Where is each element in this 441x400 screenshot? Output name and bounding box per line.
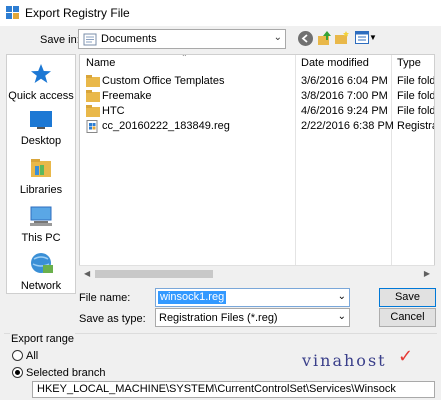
place-label: Quick access bbox=[8, 90, 74, 102]
selected-branch-label[interactable]: Selected branch bbox=[26, 367, 106, 379]
save-in-label: Save in: bbox=[40, 34, 80, 46]
libraries-icon bbox=[31, 159, 51, 177]
chevron-down-icon: ⌄ bbox=[273, 32, 282, 43]
list-item[interactable]: Custom Office Templates 3/6/2016 6:04 PM… bbox=[80, 74, 435, 89]
place-quick-access[interactable]: Quick access bbox=[7, 63, 75, 102]
file-list[interactable]: ⌃ Name Date modified Type Custom Office … bbox=[79, 54, 435, 280]
save-in-dropdown[interactable]: Documents ⌄ bbox=[78, 29, 286, 49]
window-title: Export Registry File bbox=[25, 6, 130, 20]
file-name-input[interactable]: winsock1.reg ⌄ bbox=[155, 288, 350, 307]
title-bar: Export Registry File bbox=[0, 0, 441, 26]
network-icon bbox=[31, 253, 53, 273]
sort-ascending-icon: ⌃ bbox=[181, 54, 188, 62]
export-range-title: Export range bbox=[10, 333, 75, 345]
save-as-type-value: Registration Files (*.reg) bbox=[159, 312, 278, 324]
file-name: HTC bbox=[102, 105, 125, 117]
place-network[interactable]: Network bbox=[7, 251, 75, 292]
horizontal-scrollbar[interactable]: ◀ ▶ bbox=[79, 265, 435, 281]
list-item[interactable]: cc_20160222_183849.reg 2/22/2016 6:38 PM… bbox=[80, 119, 434, 134]
column-header-name[interactable]: Name bbox=[86, 55, 115, 73]
selected-branch-radio[interactable] bbox=[12, 367, 23, 378]
view-dropdown-icon[interactable]: ▼ bbox=[369, 33, 377, 42]
place-label: Desktop bbox=[20, 135, 62, 147]
chevron-down-icon: ⌄ bbox=[337, 311, 346, 322]
place-this-pc[interactable]: This PC bbox=[7, 205, 75, 244]
scroll-left-icon[interactable]: ◀ bbox=[84, 269, 90, 278]
place-label: Libraries bbox=[19, 184, 63, 196]
file-date: 2/22/2016 6:38 PM bbox=[301, 120, 394, 132]
file-type: Registration bbox=[397, 120, 434, 132]
column-header-type[interactable]: Type bbox=[397, 55, 421, 73]
cancel-button[interactable]: Cancel bbox=[379, 308, 436, 327]
new-folder-icon[interactable] bbox=[334, 30, 350, 46]
reg-file-icon bbox=[86, 120, 98, 133]
column-header-date[interactable]: Date modified bbox=[301, 55, 369, 73]
place-label: This PC bbox=[21, 232, 61, 244]
folder-icon bbox=[86, 105, 100, 117]
file-name-label: File name: bbox=[79, 292, 131, 304]
up-folder-icon[interactable] bbox=[317, 30, 332, 46]
desktop-icon bbox=[30, 111, 52, 129]
registry-app-icon bbox=[6, 6, 19, 19]
file-name-value: winsock1.reg bbox=[158, 291, 227, 304]
folder-icon bbox=[86, 90, 100, 102]
view-menu-icon[interactable] bbox=[355, 31, 369, 44]
export-all-label[interactable]: All bbox=[26, 350, 38, 362]
folder-icon bbox=[86, 75, 100, 87]
documents-icon bbox=[83, 33, 97, 46]
place-label: Network bbox=[20, 280, 62, 292]
file-name: Custom Office Templates bbox=[102, 75, 225, 87]
watermark-check-icon: ✓ bbox=[398, 346, 414, 366]
save-button[interactable]: Save bbox=[379, 288, 436, 307]
file-type: File folder bbox=[397, 105, 435, 117]
place-libraries[interactable]: Libraries bbox=[7, 157, 75, 196]
place-desktop[interactable]: Desktop bbox=[7, 110, 75, 147]
save-as-type-dropdown[interactable]: Registration Files (*.reg) ⌄ bbox=[155, 308, 350, 327]
chevron-down-icon[interactable]: ⌄ bbox=[338, 291, 346, 302]
back-icon[interactable] bbox=[298, 31, 313, 46]
file-name: Freemake bbox=[102, 90, 152, 102]
computer-icon bbox=[30, 206, 52, 226]
scroll-right-icon[interactable]: ▶ bbox=[424, 269, 430, 278]
file-date: 3/6/2016 6:04 PM bbox=[301, 75, 388, 87]
star-icon bbox=[31, 64, 51, 83]
file-type: File folder bbox=[397, 75, 435, 87]
list-item[interactable]: HTC 4/6/2016 9:24 PM File folder bbox=[80, 104, 435, 119]
export-all-radio[interactable] bbox=[12, 350, 23, 361]
scrollbar-thumb[interactable] bbox=[95, 270, 213, 278]
save-in-value: Documents bbox=[101, 33, 157, 45]
file-name: cc_20160222_183849.reg bbox=[102, 120, 230, 132]
save-as-type-label: Save as type: bbox=[79, 313, 146, 325]
watermark-text: vinahost bbox=[302, 351, 387, 370]
file-type: File folder bbox=[397, 90, 435, 102]
branch-path-input[interactable]: HKEY_LOCAL_MACHINE\SYSTEM\CurrentControl… bbox=[32, 381, 435, 398]
places-bar: Quick access Desktop Libraries This PC N… bbox=[6, 54, 76, 294]
file-date: 4/6/2016 9:24 PM bbox=[301, 105, 388, 117]
file-date: 3/8/2016 7:00 PM bbox=[301, 90, 388, 102]
list-item[interactable]: Freemake 3/8/2016 7:00 PM File folder bbox=[80, 89, 435, 104]
